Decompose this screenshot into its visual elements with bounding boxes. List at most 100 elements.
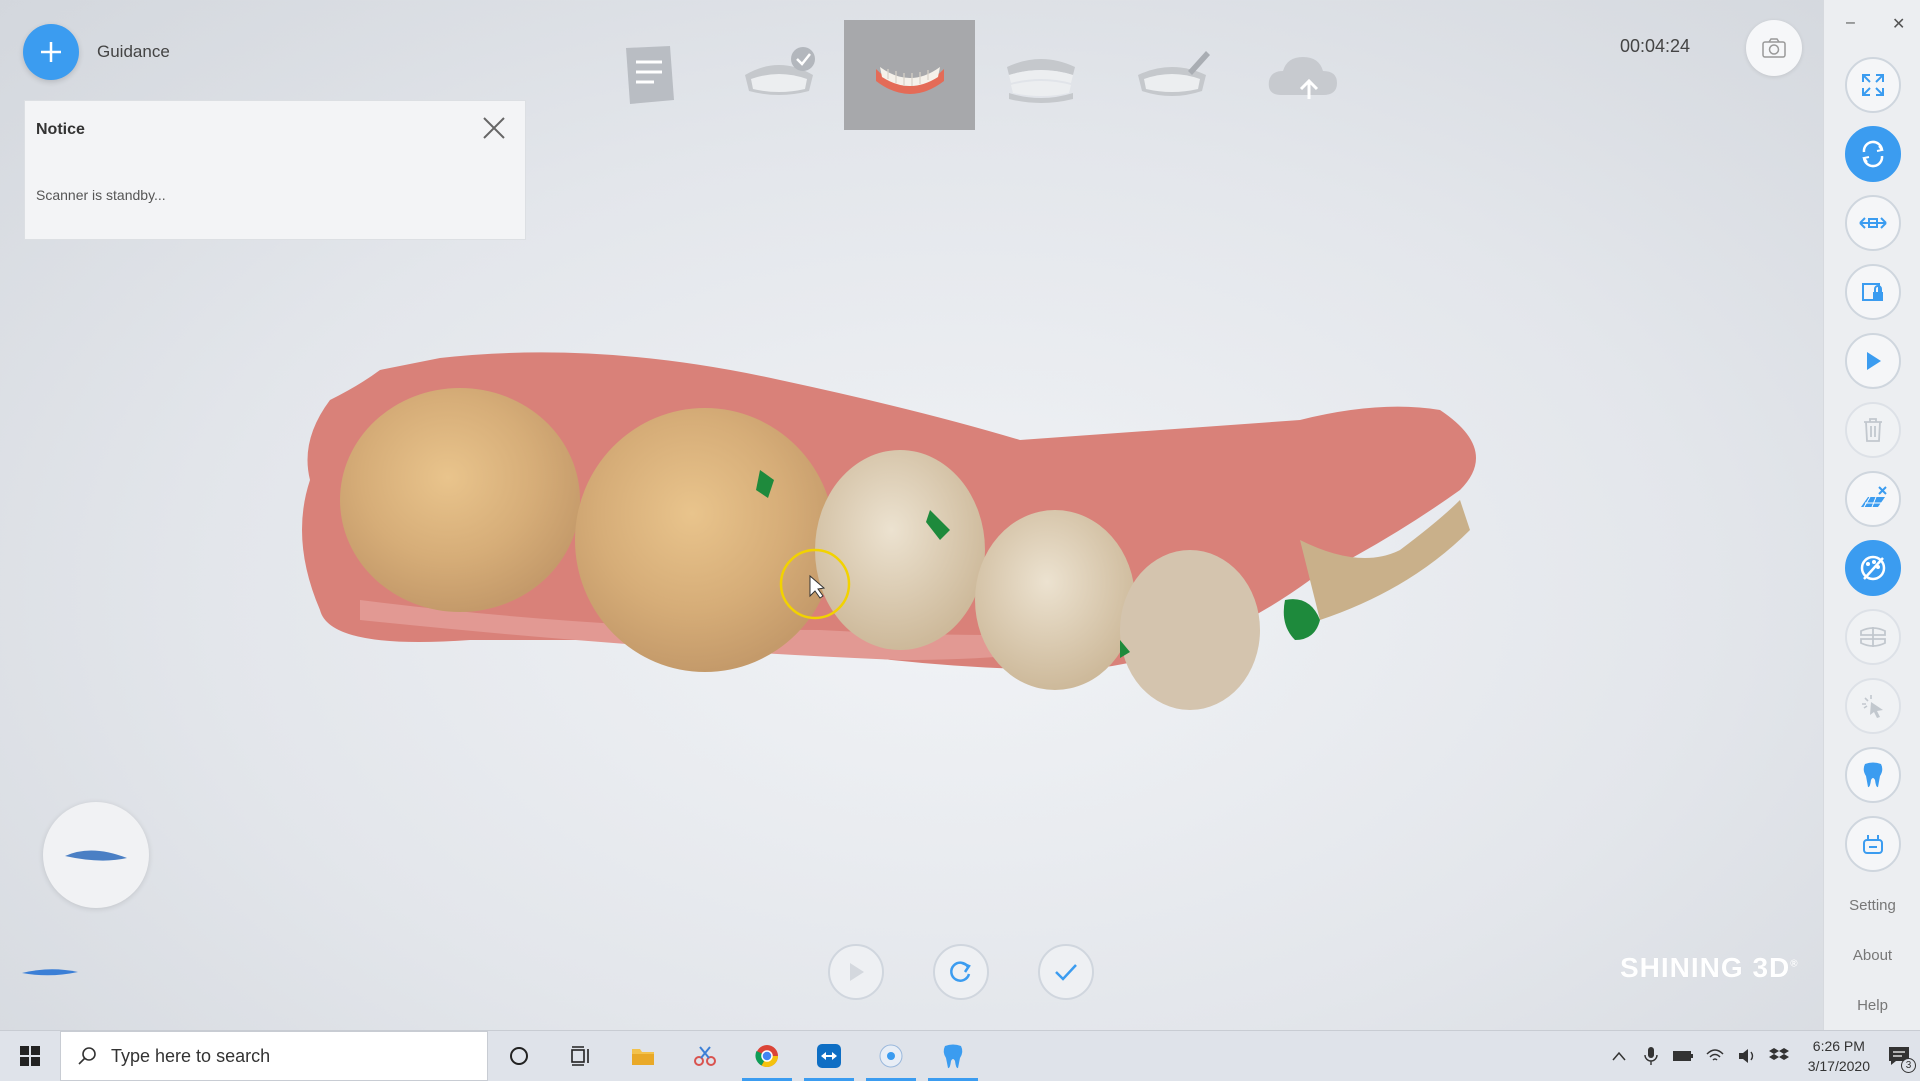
start-button[interactable] xyxy=(0,1031,60,1081)
scanner-device-button[interactable] xyxy=(1845,816,1901,872)
guidance-label: Guidance xyxy=(97,42,170,61)
delete-button[interactable] xyxy=(1845,402,1901,458)
scan-3d-model[interactable] xyxy=(300,340,1690,780)
chrome-button[interactable] xyxy=(736,1031,798,1081)
cortana-button[interactable] xyxy=(488,1031,550,1081)
close-icon xyxy=(483,117,505,139)
taskbar-search[interactable]: Type here to search xyxy=(60,1031,488,1081)
expand-icon xyxy=(1862,74,1884,96)
task-view-icon xyxy=(571,1046,589,1066)
clear-plane-button[interactable] xyxy=(1845,471,1901,527)
notice-message: Scanner is standby... xyxy=(36,187,166,203)
orientation-widget[interactable] xyxy=(43,802,149,908)
tray-chevron-up-icon[interactable] xyxy=(1608,1045,1630,1067)
microphone-icon[interactable] xyxy=(1640,1045,1662,1067)
scissors-icon xyxy=(694,1046,716,1066)
step-both-jaws[interactable] xyxy=(975,20,1106,130)
pan-icon xyxy=(1859,217,1887,229)
scanner-probe-icon xyxy=(22,969,78,976)
folder-icon xyxy=(632,1049,654,1065)
volume-icon[interactable] xyxy=(1736,1045,1758,1067)
play-button[interactable] xyxy=(828,944,884,1000)
teamviewer-button[interactable] xyxy=(798,1031,860,1081)
step-edit[interactable] xyxy=(1106,20,1237,130)
order-form-icon xyxy=(625,46,674,104)
system-tray: 6:26 PM 3/17/2020 3 xyxy=(1608,1031,1920,1081)
teamviewer-icon xyxy=(817,1044,841,1068)
refresh-icon xyxy=(950,961,971,982)
minimize-button[interactable]: – xyxy=(1846,14,1855,32)
search-icon xyxy=(78,1047,96,1065)
guidance: Guidance xyxy=(23,24,170,80)
brand-logo: SHINING 3D® xyxy=(1620,952,1799,984)
tooth-icon xyxy=(1863,762,1883,788)
clock-date: 3/17/2020 xyxy=(1807,1058,1870,1074)
settings-link[interactable]: Setting xyxy=(1824,897,1920,914)
cortana-icon xyxy=(510,1047,528,1065)
brand-registered-mark: ® xyxy=(1790,958,1799,970)
record-app-button[interactable] xyxy=(860,1031,922,1081)
upload-cloud-icon xyxy=(1268,57,1337,99)
texture-toggle-button[interactable] xyxy=(1845,540,1901,596)
file-explorer-button[interactable] xyxy=(612,1031,674,1081)
snipping-tool-button[interactable] xyxy=(674,1031,736,1081)
upper-jaw-done-icon xyxy=(744,47,815,95)
battery-icon[interactable] xyxy=(1672,1045,1694,1067)
task-view-button[interactable] xyxy=(550,1031,612,1081)
step-upload[interactable] xyxy=(1237,20,1368,130)
wifi-icon[interactable] xyxy=(1704,1045,1726,1067)
magic-cursor-icon xyxy=(1862,695,1883,718)
screenshot-button[interactable] xyxy=(1746,20,1802,76)
both-jaws-icon xyxy=(1006,59,1075,103)
lock-region-icon xyxy=(1862,283,1883,301)
search-placeholder: Type here to search xyxy=(111,1045,271,1066)
rotate-view-button[interactable] xyxy=(1845,126,1901,182)
edit-jaw-icon xyxy=(1137,51,1210,96)
notifications-button[interactable]: 3 xyxy=(1888,1045,1916,1073)
step-lower-jaw[interactable] xyxy=(844,20,975,130)
system-clock[interactable]: 6:26 PM 3/17/2020 xyxy=(1808,1036,1870,1076)
smart-select-button[interactable] xyxy=(1845,678,1901,734)
select-button[interactable] xyxy=(1845,333,1901,389)
rotate-icon xyxy=(1862,140,1884,168)
dropbox-icon[interactable] xyxy=(1768,1045,1790,1067)
step-order-form[interactable] xyxy=(582,20,713,130)
guidance-button[interactable] xyxy=(23,24,79,80)
play-icon xyxy=(850,963,864,981)
step-upper-jaw[interactable] xyxy=(713,20,844,130)
record-icon xyxy=(879,1044,903,1068)
right-toolbar: – ✕ Setting About Help xyxy=(1823,0,1920,1030)
plus-icon xyxy=(41,42,61,62)
lock-region-button[interactable] xyxy=(1845,264,1901,320)
taskbar: Type here to search 6:26 PM 3/17/2020 3 xyxy=(0,1030,1920,1081)
confirm-button[interactable] xyxy=(1038,944,1094,1000)
pan-button[interactable] xyxy=(1845,195,1901,251)
check-icon xyxy=(1055,964,1077,981)
jaw-orientation-icon xyxy=(65,850,127,861)
palette-icon xyxy=(1860,555,1886,581)
notice-panel: Notice Scanner is standby... xyxy=(24,100,526,240)
notice-close-button[interactable] xyxy=(481,115,507,141)
lower-jaw-icon xyxy=(875,67,944,94)
notification-count: 3 xyxy=(1901,1058,1916,1073)
help-link[interactable]: Help xyxy=(1824,997,1920,1014)
about-link[interactable]: About xyxy=(1824,947,1920,964)
close-button[interactable]: ✕ xyxy=(1892,14,1905,34)
tooth-app-icon xyxy=(943,1044,963,1069)
app-window: Guidance Notice Scanner is standby... 00… xyxy=(0,0,1920,1030)
device-icon xyxy=(1863,835,1883,854)
tooth-tool-button[interactable] xyxy=(1845,747,1901,803)
workflow-steps xyxy=(582,20,1368,130)
jaw-scan-icon xyxy=(302,352,1476,710)
chrome-icon xyxy=(755,1045,778,1067)
clock-time: 6:26 PM xyxy=(1812,1038,1865,1054)
dental-scan-app-button[interactable] xyxy=(922,1031,984,1081)
brand-text: SHINING 3D xyxy=(1620,952,1791,983)
fit-view-button[interactable] xyxy=(1845,57,1901,113)
bite-align-button[interactable] xyxy=(1845,609,1901,665)
notice-title: Notice xyxy=(36,121,85,138)
camera-icon xyxy=(1762,38,1786,58)
plane-clear-icon xyxy=(1861,486,1887,508)
refresh-button[interactable] xyxy=(933,944,989,1000)
scanner-status xyxy=(20,966,80,985)
